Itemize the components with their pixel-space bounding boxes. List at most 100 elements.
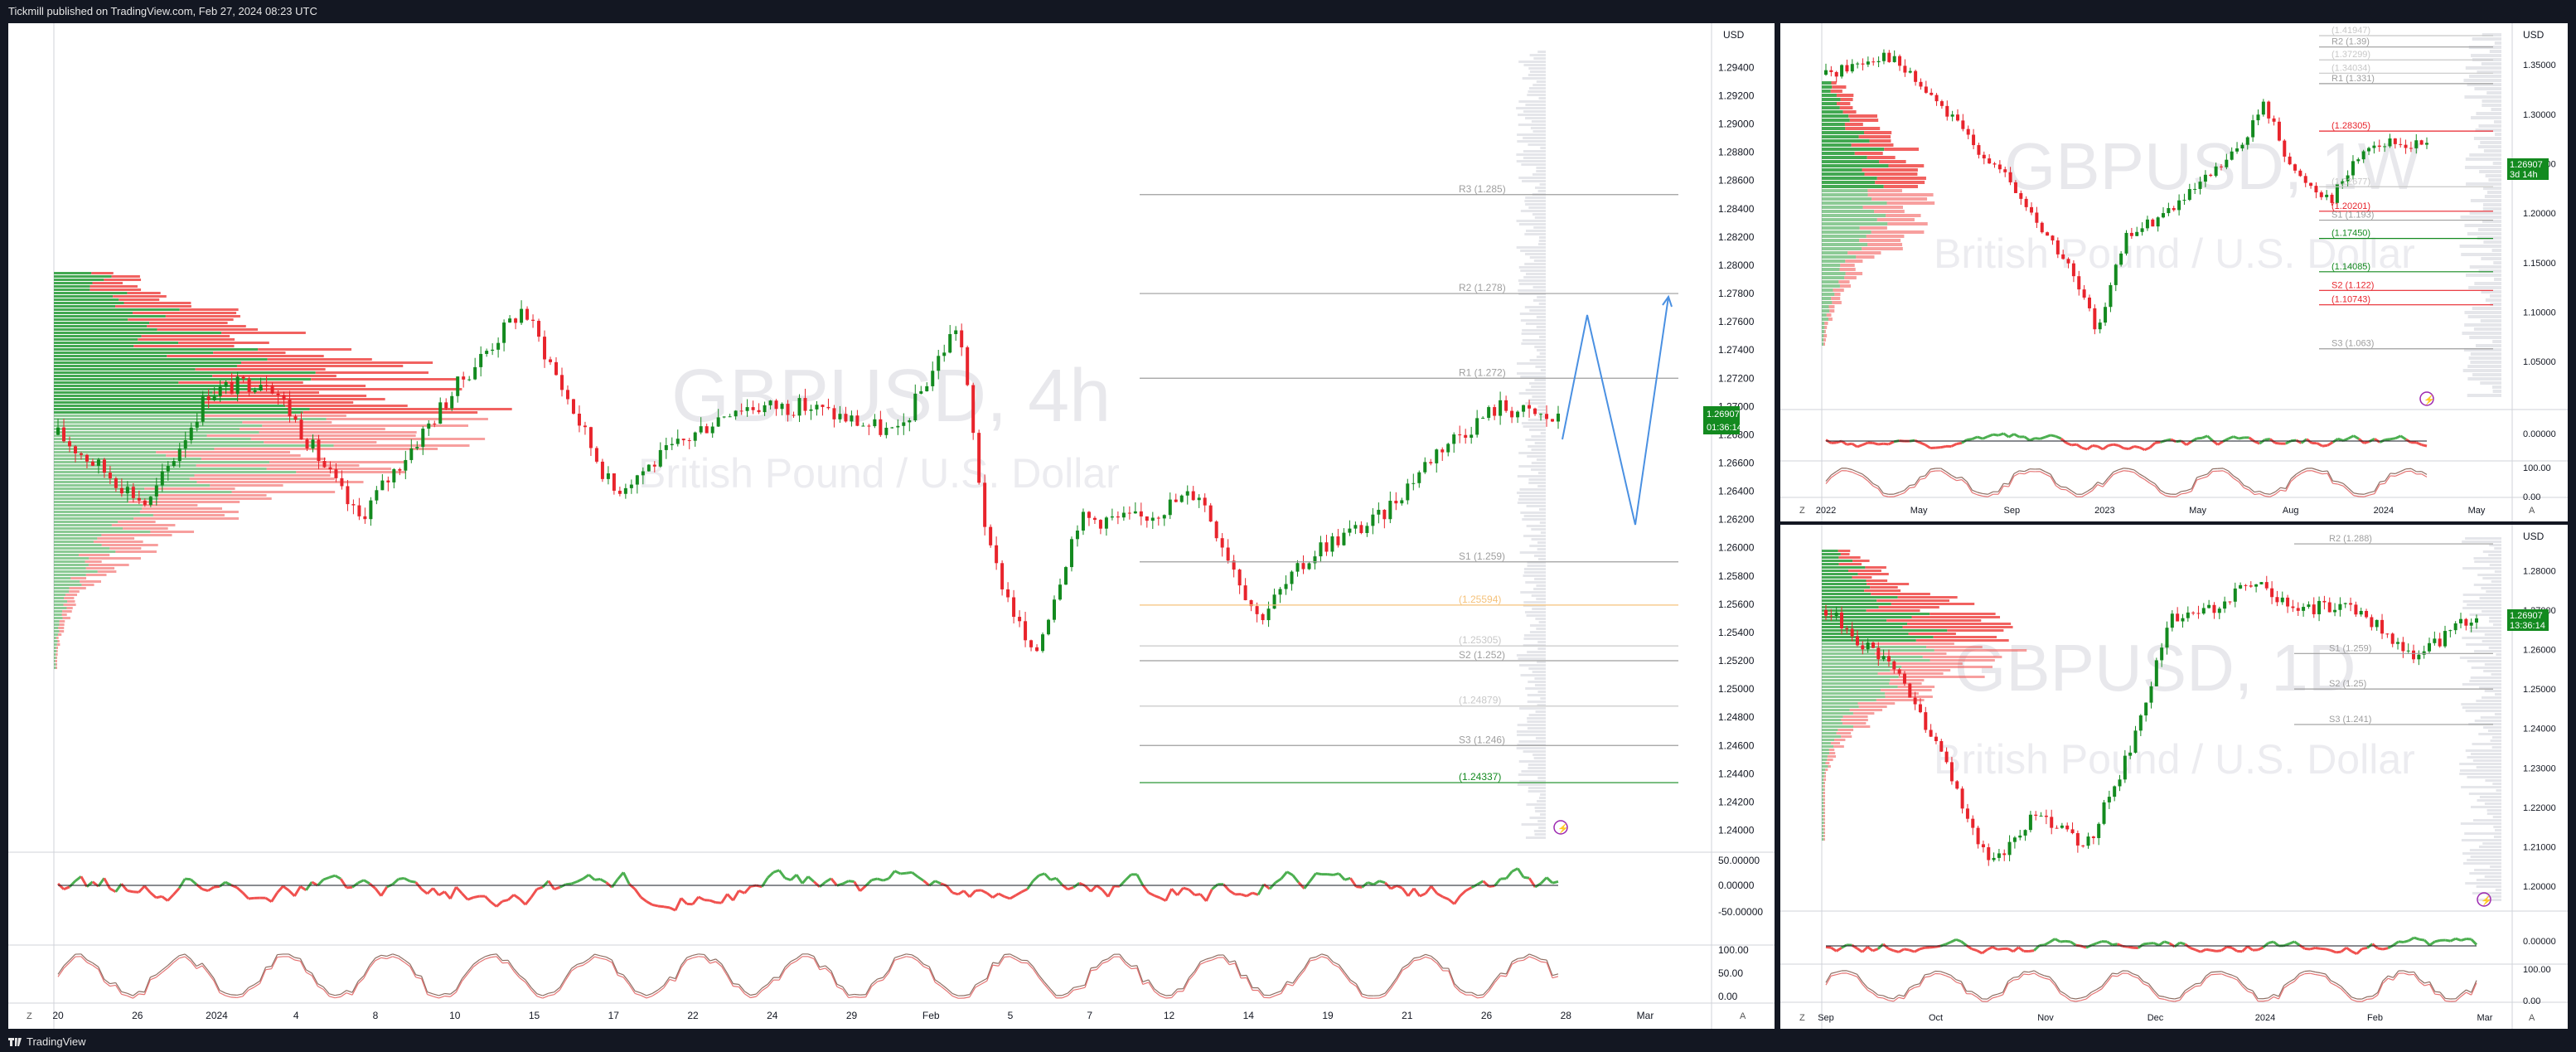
volume-bar-right (1519, 551, 1546, 554)
volume-bar-right (1526, 230, 1546, 232)
candle-body (2144, 702, 2148, 715)
candle-body (925, 385, 929, 391)
candle-body (2046, 232, 2050, 236)
volume-bar-up (54, 332, 222, 334)
volume-bar-up (1822, 189, 1868, 192)
volume-bar-down (1842, 715, 1868, 718)
volume-bar-right (2464, 166, 2501, 169)
volume-bar-right (2485, 174, 2501, 177)
candle-body (954, 330, 958, 335)
volume-bar-down (1876, 699, 1925, 701)
stoch-k (2332, 480, 2338, 482)
volume-bar-right (1532, 671, 1546, 673)
volume-bar-down (57, 640, 60, 642)
candle-body (2291, 606, 2295, 608)
candle-body (2372, 145, 2376, 148)
volume-bar-right (2492, 340, 2501, 343)
volume-bar-right (1540, 793, 1546, 796)
candle-body (2193, 188, 2197, 190)
candle-body (670, 444, 674, 446)
candle-body (2307, 604, 2311, 608)
corner-z[interactable]: Z (1799, 1013, 1805, 1023)
volume-bar-down (303, 411, 478, 414)
volume-bar-right (1518, 760, 1546, 763)
volume-bar-up (54, 653, 56, 656)
volume-bar-up (54, 411, 303, 414)
time-tick-label: Aug (2283, 506, 2299, 516)
volume-bar-down (1823, 818, 1825, 821)
volume-bar-right (2491, 108, 2501, 111)
volume-bar-right (1520, 376, 1546, 378)
volume-bar-down (1866, 579, 1888, 582)
volume-bar-down (1862, 247, 1903, 250)
candle-body (119, 487, 123, 494)
volume-bar-right (1516, 160, 1546, 162)
chart-1w[interactable]: USD GBPUSD, 1W British Pound / U.S. Doll… (1780, 23, 2568, 521)
volume-bar-right (2474, 650, 2501, 652)
corner-a[interactable]: A (1740, 1011, 1746, 1021)
volume-bar-right (1528, 681, 1546, 683)
chart-4h-panel[interactable]: USD GBPUSD, 4h British Pound / U.S. Doll… (8, 23, 1775, 1029)
rsi-segment (1183, 886, 1189, 891)
rsi-segment (2206, 948, 2211, 952)
stoch-k (2123, 468, 2129, 469)
chart-1d[interactable]: USD GBPUSD, 1D British Pound / U.S. Doll… (1780, 525, 2568, 1029)
candle-body (699, 426, 703, 433)
volume-bar-right (1518, 452, 1546, 454)
volume-bar-up (54, 484, 211, 487)
volume-bar-up (1822, 297, 1832, 300)
volume-bar-right (1516, 730, 1546, 733)
stoch-d (854, 996, 860, 998)
candle-body (1053, 599, 1057, 620)
candle-body (1845, 628, 1849, 630)
volume-bar-up (54, 391, 213, 394)
candle-body (2107, 797, 2111, 802)
pivot-label: S1 (1.193) (2331, 211, 2374, 221)
volume-bar-up (1822, 696, 1886, 698)
rsi-tick-label: 0.00000 (2523, 937, 2556, 947)
rsi-segment (871, 877, 878, 882)
volume-bar-down (1866, 609, 1920, 612)
candle-body (1533, 408, 1537, 414)
candle-body (2298, 170, 2302, 177)
time-tick-label: 2024 (2374, 506, 2394, 516)
volume-bar-down (1823, 334, 1828, 337)
volume-bar-down (1823, 785, 1825, 788)
volume-bar-down (1823, 805, 1825, 807)
tradingview-logo[interactable]: TradingView (8, 1035, 86, 1048)
volume-bar-up (54, 338, 138, 341)
stoch-k (2112, 972, 2118, 975)
volume-bar-right (2471, 753, 2501, 755)
volume-bar-up (1822, 616, 1912, 618)
chart-1w-panel[interactable]: USD GBPUSD, 1W British Pound / U.S. Doll… (1780, 23, 2568, 521)
rsi-segment (2113, 443, 2119, 447)
candle-body (479, 353, 483, 367)
price-tick-label: 1.28200 (1718, 231, 1755, 243)
last-price-label: 1.26907 3d 14h (2507, 158, 2549, 180)
corner-z[interactable]: Z (1799, 506, 1805, 516)
candle-body (90, 461, 94, 466)
corner-z[interactable]: Z (27, 1011, 32, 1021)
volume-bar-right (2473, 557, 2501, 560)
volume-bar-down (1911, 616, 2001, 618)
svg-text:13:36:14: 13:36:14 (2510, 621, 2545, 631)
stoch-k (698, 953, 705, 956)
volume-bar-up (54, 279, 104, 281)
chart-1d-panel[interactable]: USD GBPUSD, 1D British Pound / U.S. Doll… (1780, 525, 2568, 1029)
volume-bar-down (1926, 646, 1983, 648)
volume-bar-down (1823, 788, 1825, 791)
volume-bar-right (1533, 830, 1546, 832)
volume-bar-right (1522, 180, 1546, 182)
volume-bar-down (1838, 550, 1851, 552)
volume-bar-right (2479, 170, 2501, 173)
corner-a[interactable]: A (2529, 1013, 2535, 1023)
candle-body (166, 466, 170, 472)
price-tick-label: 1.28800 (1718, 147, 1755, 158)
corner-a[interactable]: A (2529, 506, 2535, 516)
volume-bar-up (1822, 293, 1835, 296)
volume-bar-down (1836, 732, 1852, 734)
candle-body (2003, 169, 2007, 172)
chart-4h[interactable]: USD GBPUSD, 4h British Pound / U.S. Doll… (8, 23, 1775, 1029)
candle-body (2404, 144, 2408, 148)
volume-bar-right (2484, 195, 2501, 198)
